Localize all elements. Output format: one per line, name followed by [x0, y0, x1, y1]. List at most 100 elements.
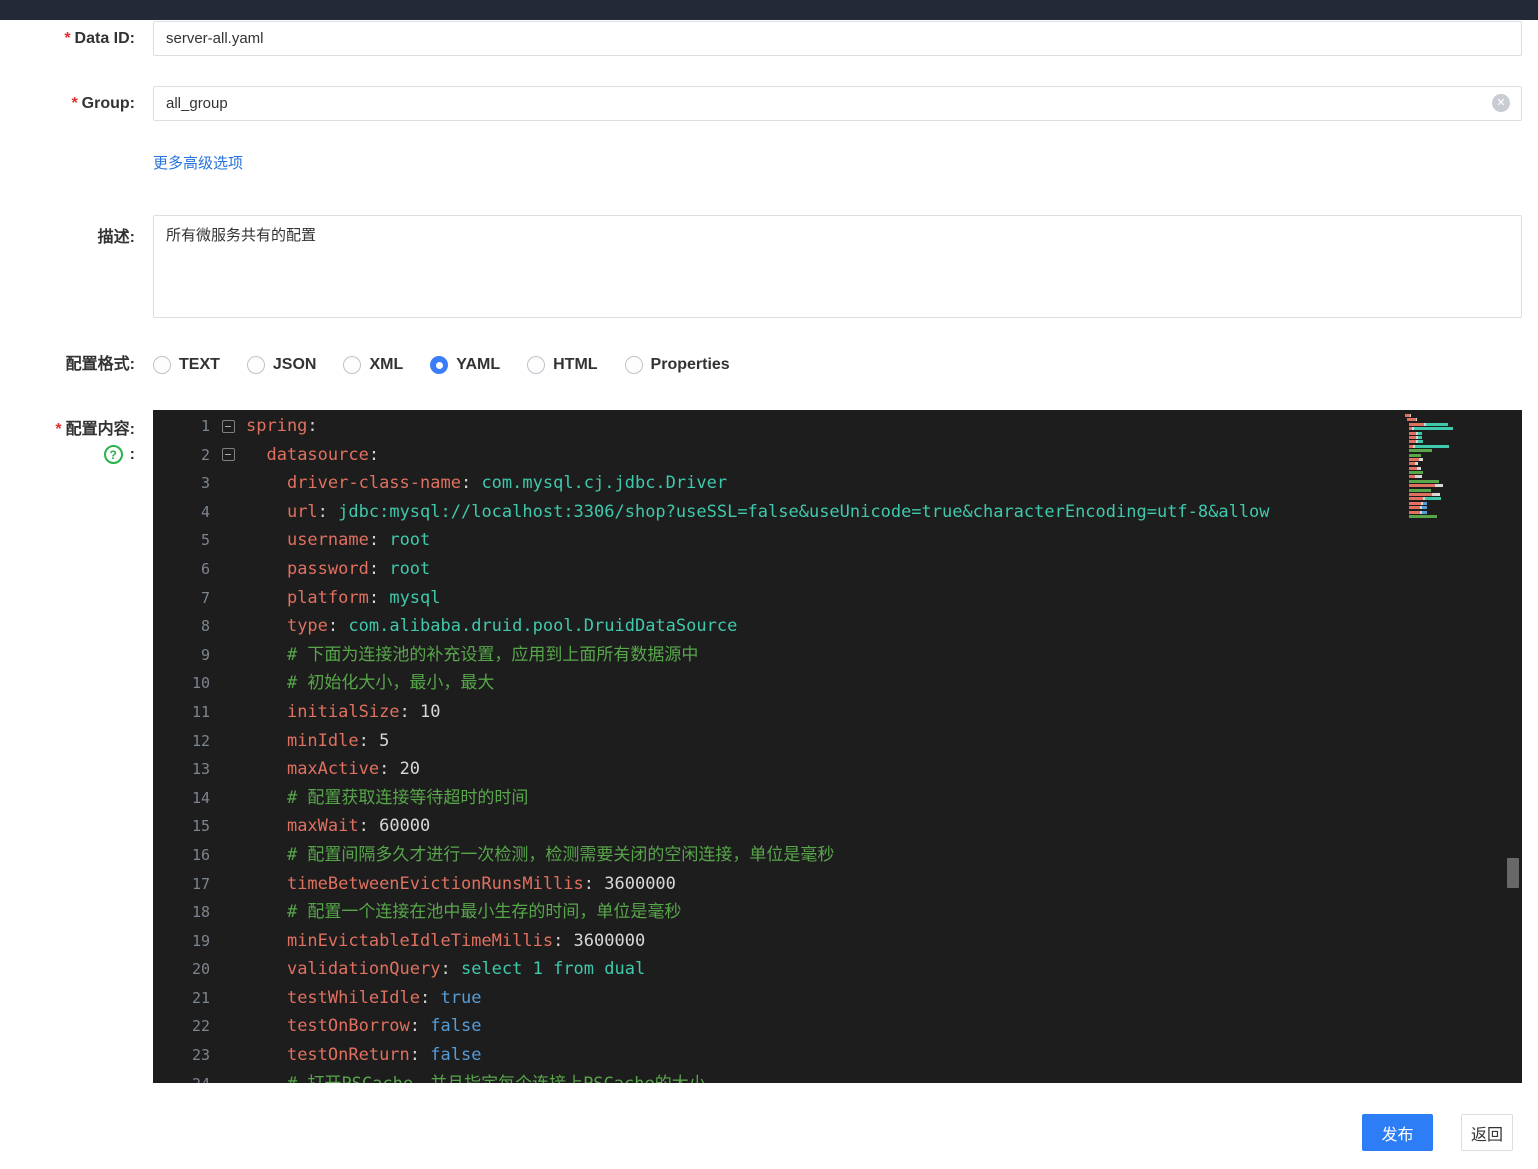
format-radio-yaml[interactable]: YAML — [430, 356, 500, 374]
code-text: password: root — [286, 558, 431, 579]
editor-line[interactable]: 20 validationQuery: select 1 from dual — [153, 955, 1522, 984]
required-asterisk: * — [55, 421, 62, 438]
editor-minimap[interactable] — [1405, 414, 1453, 519]
code-text: timeBetweenEvictionRunsMillis: 3600000 — [286, 873, 676, 894]
editor-line[interactable]: 15 maxWait: 60000 — [153, 812, 1522, 841]
line-number: 23 — [191, 1046, 210, 1065]
editor-line[interactable]: 22 testOnBorrow: false — [153, 1012, 1522, 1041]
line-number: 14 — [191, 788, 210, 807]
format-radio-html[interactable]: HTML — [527, 356, 598, 374]
line-number: 22 — [191, 1017, 210, 1036]
format-radio-text[interactable]: TEXT — [153, 356, 220, 374]
editor-line[interactable]: 17 timeBetweenEvictionRunsMillis: 360000… — [153, 870, 1522, 899]
radio-label: HTML — [553, 356, 598, 373]
required-asterisk: * — [64, 30, 71, 47]
editor-line[interactable]: 4 url: jdbc:mysql://localhost:3306/shop?… — [153, 498, 1522, 527]
line-number: 1 — [200, 417, 210, 435]
line-number: 8 — [200, 617, 210, 636]
line-number: 21 — [191, 988, 210, 1007]
line-number: 19 — [191, 931, 210, 950]
fold-icon[interactable]: − — [210, 441, 246, 470]
advanced-options-link[interactable]: 更多高级选项 — [153, 152, 243, 173]
top-navbar — [0, 0, 1538, 20]
format-radio-properties[interactable]: Properties — [624, 356, 730, 374]
code-text: datasource: — [266, 444, 380, 465]
description-textarea[interactable]: 所有微服务共有的配置 — [153, 215, 1522, 318]
format-radio-xml[interactable]: XML — [343, 356, 403, 374]
editor-line[interactable]: 12 minIdle: 5 — [153, 727, 1522, 756]
editor-line[interactable]: 18 # 配置一个连接在池中最小生存的时间，单位是毫秒 — [153, 898, 1522, 927]
code-text: platform: mysql — [286, 587, 441, 608]
editor-line[interactable]: 3 driver-class-name: com.mysql.cj.jdbc.D… — [153, 469, 1522, 498]
editor-line[interactable]: 9 # 下面为连接池的补充设置，应用到上面所有数据源中 — [153, 641, 1522, 670]
group-input[interactable] — [153, 86, 1522, 121]
editor-line[interactable]: 23 testOnReturn: false — [153, 1041, 1522, 1070]
code-text: testOnReturn: false — [286, 1045, 482, 1066]
editor-line[interactable]: 16 # 配置间隔多久才进行一次检测，检测需要关闭的空闲连接，单位是毫秒 — [153, 841, 1522, 870]
editor-line[interactable]: 7 platform: mysql — [153, 584, 1522, 613]
code-text: minIdle: 5 — [286, 730, 390, 751]
line-number: 3 — [200, 474, 210, 493]
config-edit-page: *Data ID: *Group: ✕ 更多高级选项 描述: 所有微服务共有的配… — [0, 0, 1538, 1169]
line-number: 9 — [200, 645, 210, 664]
radio-label: TEXT — [179, 356, 220, 373]
publish-button[interactable]: 发布 — [1362, 1114, 1433, 1151]
radio-label: YAML — [456, 356, 501, 373]
line-number: 2 — [200, 445, 210, 464]
code-text: testOnBorrow: false — [286, 1016, 482, 1037]
line-number: 16 — [191, 845, 210, 864]
fold-icon[interactable]: − — [210, 412, 246, 441]
radio-circle-icon[interactable] — [430, 356, 449, 374]
description-label: 描述: — [97, 229, 135, 246]
editor-line[interactable]: 24 # 打开PSCache，并且指定每个连接上PSCache的大小 — [153, 1070, 1522, 1083]
line-number: 4 — [200, 502, 210, 521]
radio-circle-icon[interactable] — [624, 356, 643, 374]
clear-icon[interactable]: ✕ — [1492, 94, 1510, 112]
help-icon[interactable]: ? — [103, 445, 123, 464]
editor-line[interactable]: 14 # 配置获取连接等待超时的时间 — [153, 784, 1522, 813]
editor-line[interactable]: 19 minEvictableIdleTimeMillis: 3600000 — [153, 927, 1522, 956]
content-label: * 配置内容: — [55, 421, 135, 438]
line-number: 12 — [191, 731, 210, 750]
editor-line[interactable]: 5 username: root — [153, 526, 1522, 555]
editor-lines: 1− spring: 2− datasource: 3 driver-class-na… — [153, 410, 1522, 1083]
editor-line[interactable]: 8 type: com.alibaba.druid.pool.DruidData… — [153, 612, 1522, 641]
line-number: 10 — [191, 674, 210, 693]
editor-line[interactable]: 11 initialSize: 10 — [153, 698, 1522, 727]
line-number: 15 — [191, 817, 210, 836]
radio-circle-icon[interactable] — [246, 356, 265, 374]
radio-circle-icon[interactable] — [153, 356, 171, 374]
radio-label: JSON — [272, 356, 317, 373]
code-text: # 配置获取连接等待超时的时间 — [286, 787, 529, 808]
editor-line[interactable]: 2− datasource: — [153, 441, 1522, 470]
editor-scrollbar-thumb[interactable] — [1507, 858, 1519, 888]
code-text: minEvictableIdleTimeMillis: 3600000 — [286, 930, 646, 951]
code-text: spring: — [246, 416, 318, 436]
radio-circle-icon[interactable] — [527, 356, 546, 374]
data-id-input[interactable] — [153, 21, 1522, 56]
data-id-label: * Data ID: — [64, 30, 135, 47]
editor-line[interactable]: 1− spring: — [153, 412, 1522, 441]
radio-circle-icon[interactable] — [343, 356, 362, 374]
code-text: testWhileIdle: true — [286, 987, 482, 1008]
back-button[interactable]: 返回 — [1461, 1114, 1513, 1151]
content-help-colon: : — [129, 445, 135, 463]
line-number: 20 — [191, 960, 210, 979]
editor-line[interactable]: 6 password: root — [153, 555, 1522, 584]
line-number: 24 — [153, 1070, 210, 1083]
editor-line[interactable]: 10 # 初始化大小，最小，最大 — [153, 669, 1522, 698]
editor-line[interactable]: 21 testWhileIdle: true — [153, 984, 1522, 1013]
format-label: 配置格式: — [65, 356, 135, 373]
format-radio-json[interactable]: JSON — [246, 356, 317, 374]
editor-line[interactable]: 13 maxActive: 20 — [153, 755, 1522, 784]
yaml-code-editor[interactable]: 1− spring: 2− datasource: 3 driver-class-na… — [153, 410, 1522, 1083]
